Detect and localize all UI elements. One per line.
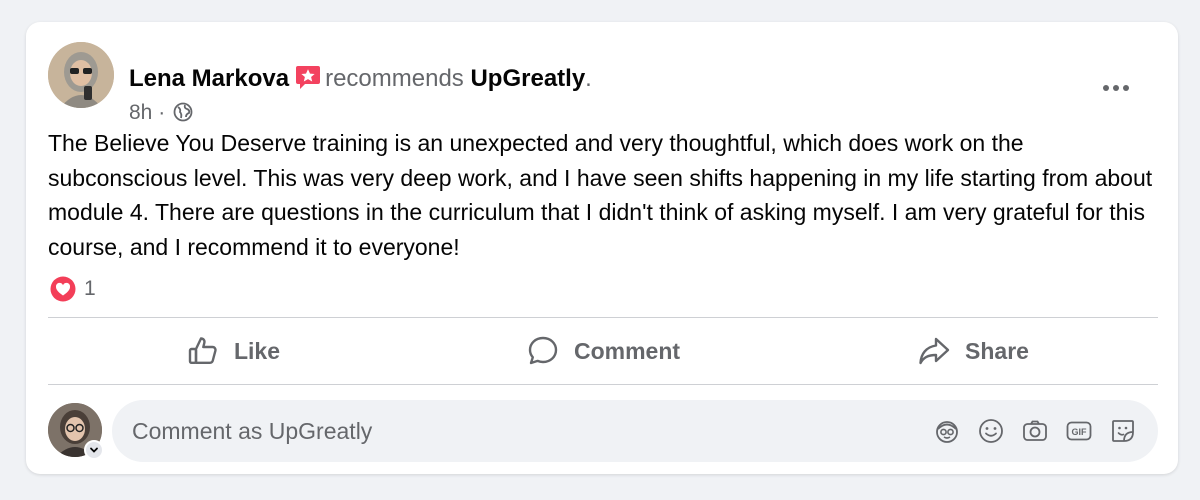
avatar-sticker-icon[interactable] <box>932 416 962 446</box>
more-dot <box>1103 85 1109 91</box>
page-name[interactable]: UpGreatly <box>470 65 585 92</box>
gif-icon[interactable]: GIF <box>1064 416 1094 446</box>
more-options-button[interactable] <box>1096 76 1136 100</box>
heart-icon <box>50 276 76 302</box>
svg-text:GIF: GIF <box>1072 427 1088 437</box>
divider <box>48 317 1158 318</box>
share-label: Share <box>965 337 1029 364</box>
post-header: Lena Markova recommends UpGreatly. 8h · <box>48 42 1156 124</box>
author-name[interactable]: Lena Markova <box>129 65 289 92</box>
comment-icon <box>528 336 558 365</box>
more-dot <box>1113 85 1119 91</box>
post-meta: 8h · <box>129 100 193 126</box>
reactions-summary[interactable]: 1 <box>50 275 96 303</box>
recommend-badge-icon <box>295 64 321 90</box>
reaction-count: 1 <box>84 277 96 300</box>
comment-composer: GIF <box>48 400 1158 462</box>
action-bar: Like Comment Share <box>48 320 1158 382</box>
more-dot <box>1123 85 1129 91</box>
comment-box: GIF <box>112 400 1158 462</box>
like-button[interactable]: Like <box>48 320 418 382</box>
composer-tools: GIF <box>932 416 1138 446</box>
chevron-down-icon[interactable] <box>84 440 104 460</box>
recommend-verb: recommends <box>325 65 464 92</box>
globe-icon <box>173 102 193 122</box>
camera-icon[interactable] <box>1020 416 1050 446</box>
emoji-icon[interactable] <box>976 416 1006 446</box>
post-card: Lena Markova recommends UpGreatly. 8h · T… <box>26 22 1178 474</box>
comment-label: Comment <box>573 337 681 364</box>
divider <box>48 384 1158 385</box>
like-icon <box>188 337 217 365</box>
like-label: Like <box>233 337 281 364</box>
comment-button[interactable]: Comment <box>418 320 788 382</box>
page-punct: . <box>585 65 592 92</box>
share-icon <box>919 337 950 365</box>
meta-separator: · <box>158 101 166 124</box>
post-time[interactable]: 8h <box>129 101 152 124</box>
comment-input[interactable] <box>132 417 932 445</box>
author-avatar[interactable] <box>48 42 114 108</box>
share-button[interactable]: Share <box>788 320 1158 382</box>
post-text: The Believe You Deserve training is an u… <box>48 130 1153 260</box>
author-line: Lena Markova recommends UpGreatly. <box>129 64 592 94</box>
sticker-icon[interactable] <box>1108 416 1138 446</box>
